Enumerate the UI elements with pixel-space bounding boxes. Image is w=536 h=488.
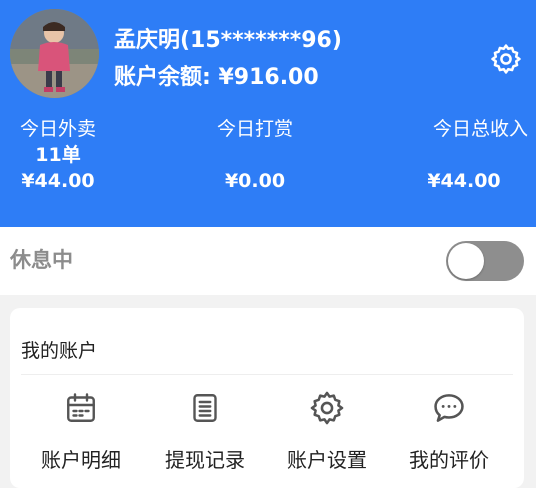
account-balance: 账户余额: ¥916.00 bbox=[114, 65, 319, 90]
divider bbox=[21, 374, 513, 375]
rest-status-bar: 休息中 bbox=[0, 227, 536, 295]
gear-icon bbox=[307, 388, 347, 428]
account-details-button[interactable]: 账户明细 bbox=[26, 388, 136, 473]
stat-amount: ¥44.00 bbox=[427, 170, 501, 192]
calendar-icon bbox=[61, 388, 101, 428]
menu-label: 账户明细 bbox=[41, 448, 121, 472]
card-title: 我的账户 bbox=[21, 340, 98, 362]
my-account-card: 我的账户 账户明细 提现记录 账户设置 我的评价 bbox=[10, 308, 524, 488]
stat-label: 今日总收入 bbox=[432, 118, 528, 140]
user-name: 孟庆明(15*******96) bbox=[114, 28, 342, 53]
stat-label: 今日打赏 bbox=[216, 118, 293, 140]
menu-label: 账户设置 bbox=[287, 448, 367, 472]
account-settings-button[interactable]: 账户设置 bbox=[272, 388, 382, 473]
stat-order-count: 11单 bbox=[35, 144, 81, 166]
settings-button[interactable] bbox=[488, 41, 524, 77]
toggle-knob bbox=[448, 243, 484, 279]
avatar[interactable] bbox=[10, 9, 99, 98]
stat-today-delivery: 今日外卖 11单 ¥44.00 bbox=[6, 117, 110, 194]
clipboard-list-icon bbox=[185, 388, 225, 428]
rest-toggle[interactable] bbox=[446, 241, 524, 281]
chat-bubble-icon bbox=[429, 388, 469, 428]
stat-amount: ¥44.00 bbox=[21, 170, 95, 192]
gear-icon bbox=[491, 44, 521, 74]
menu-label: 提现记录 bbox=[165, 448, 245, 472]
my-reviews-button[interactable]: 我的评价 bbox=[394, 388, 504, 473]
header-panel: 孟庆明(15*******96) 账户余额: ¥916.00 今日外卖 11单 … bbox=[0, 0, 536, 227]
rest-status-label: 休息中 bbox=[10, 248, 73, 272]
stat-amount: ¥0.00 bbox=[224, 170, 286, 192]
menu-label: 我的评价 bbox=[409, 448, 489, 472]
withdraw-records-button[interactable]: 提现记录 bbox=[150, 388, 260, 473]
stat-today-tips: 今日打赏 ¥0.00 bbox=[200, 117, 310, 194]
stat-today-total-income: 今日总收入 ¥44.00 bbox=[404, 117, 528, 194]
stat-label: 今日外卖 bbox=[19, 118, 96, 140]
